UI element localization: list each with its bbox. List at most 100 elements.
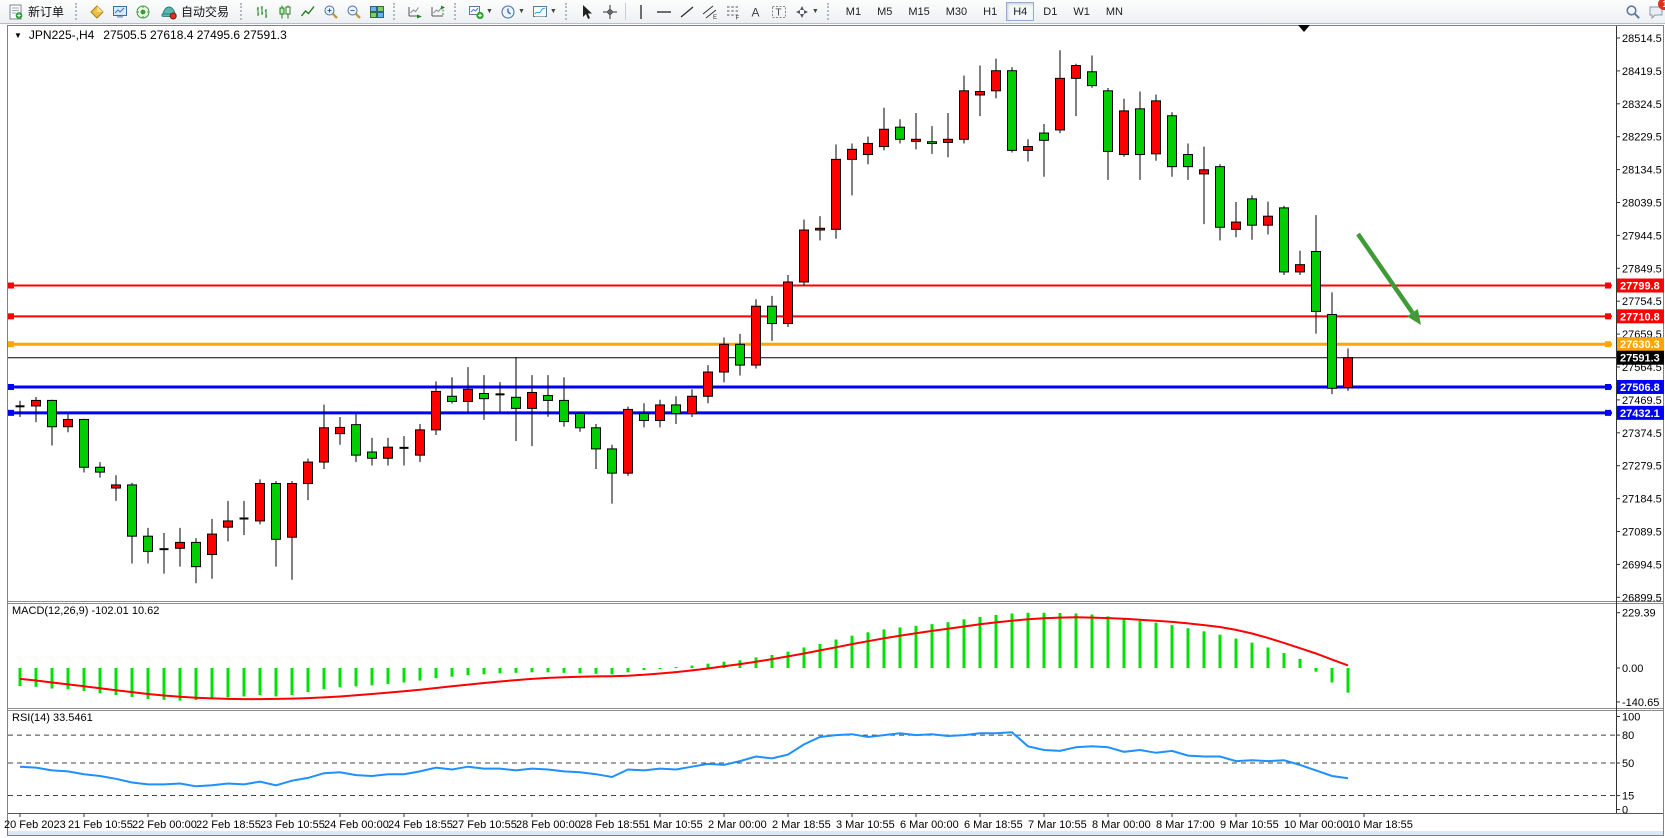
timeframe-button-m30[interactable]: M30 <box>939 2 974 21</box>
svg-text:27799.8: 27799.8 <box>1620 281 1660 293</box>
notifications-button[interactable]: 1 <box>1645 2 1665 22</box>
chart-ohlc-values: 27505.5 27618.4 27495.6 27591.3 <box>103 28 287 42</box>
timeframe-button-m15[interactable]: M15 <box>901 2 936 21</box>
svg-text:23 Feb 10:55: 23 Feb 10:55 <box>260 819 325 831</box>
timeframe-button-h1[interactable]: H1 <box>976 2 1004 21</box>
auto-scroll-icon <box>407 4 423 20</box>
tile-windows-button[interactable] <box>366 2 388 22</box>
chart-shift-button[interactable] <box>427 2 449 22</box>
line-chart-icon <box>300 4 316 20</box>
autotrading-icon <box>161 4 177 20</box>
new-chart-icon <box>468 4 484 20</box>
bar-chart-button[interactable] <box>251 2 273 22</box>
quick-trade-toggle-icon[interactable]: ▼ <box>14 31 22 40</box>
svg-text:F: F <box>735 15 739 20</box>
crosshair-tool-button[interactable] <box>599 2 621 22</box>
svg-text:6 Mar 18:55: 6 Mar 18:55 <box>964 819 1023 831</box>
text-label-tool-button[interactable]: T <box>768 2 790 22</box>
svg-text:28134.5: 28134.5 <box>1622 165 1662 177</box>
toolbar-grip <box>75 3 81 20</box>
svg-text:27374.5: 27374.5 <box>1622 428 1662 440</box>
svg-text:2 Mar 00:00: 2 Mar 00:00 <box>708 819 767 831</box>
timeframe-button-w1[interactable]: W1 <box>1066 2 1097 21</box>
toolbar-grip <box>454 3 460 20</box>
timeframe-button-mn[interactable]: MN <box>1099 2 1130 21</box>
market-watch-icon <box>112 4 128 20</box>
svg-text:3 Mar 10:55: 3 Mar 10:55 <box>836 819 895 831</box>
svg-text:20 Feb 2023: 20 Feb 2023 <box>4 819 66 831</box>
candlestick-chart-icon <box>277 4 293 20</box>
periods-button[interactable]: ▼ <box>497 2 528 22</box>
svg-text:E: E <box>713 15 717 20</box>
svg-text:22 Feb 00:00: 22 Feb 00:00 <box>132 819 197 831</box>
new-chart-button[interactable]: ▼ <box>465 2 496 22</box>
equidistant-channel-icon: E <box>702 4 718 20</box>
fibonacci-tool-button[interactable]: F <box>722 2 744 22</box>
rsi-label: RSI(14) 33.5461 <box>12 712 93 724</box>
candlestick-chart-button[interactable] <box>274 2 296 22</box>
svg-text:27754.5: 27754.5 <box>1622 296 1662 308</box>
trading-platform-window: 新订单 自动交易 <box>0 0 1665 838</box>
svg-text:27432.1: 27432.1 <box>1620 408 1660 420</box>
svg-text:26994.5: 26994.5 <box>1622 559 1662 571</box>
timeframe-button-d1[interactable]: D1 <box>1036 2 1064 21</box>
chevron-down-icon: ▼ <box>486 8 493 15</box>
svg-text:2 Mar 18:55: 2 Mar 18:55 <box>772 819 831 831</box>
vertical-line-icon <box>633 4 649 20</box>
auto-scroll-button[interactable] <box>404 2 426 22</box>
horizontal-line-tool-button[interactable] <box>653 2 675 22</box>
new-order-label: 新订单 <box>28 3 64 20</box>
svg-text:10 Mar 18:55: 10 Mar 18:55 <box>1348 819 1413 831</box>
svg-text:26899.5: 26899.5 <box>1622 592 1662 604</box>
svg-text:8 Mar 17:00: 8 Mar 17:00 <box>1156 819 1215 831</box>
tile-windows-icon <box>369 4 385 20</box>
fibonacci-icon: F <box>725 4 741 20</box>
svg-text:28324.5: 28324.5 <box>1622 99 1662 111</box>
svg-text:27279.5: 27279.5 <box>1622 461 1662 473</box>
svg-text:28514.5: 28514.5 <box>1622 33 1662 45</box>
market-watch-button[interactable] <box>109 2 131 22</box>
arrows-tool-button[interactable]: ▼ <box>791 2 822 22</box>
svg-text:24 Feb 18:55: 24 Feb 18:55 <box>388 819 453 831</box>
arrow-objects-icon <box>794 4 810 20</box>
templates-button[interactable]: ▼ <box>529 2 560 22</box>
timeframe-button-m5[interactable]: M5 <box>870 2 899 21</box>
profiles-button[interactable] <box>86 2 108 22</box>
text-tool-button[interactable]: A <box>745 2 767 22</box>
vertical-line-tool-button[interactable] <box>630 2 652 22</box>
cursor-tool-button[interactable] <box>576 2 598 22</box>
data-window-icon <box>135 4 151 20</box>
zoom-out-button[interactable] <box>343 2 365 22</box>
zoom-in-button[interactable] <box>320 2 342 22</box>
toolbar-separator <box>625 3 626 20</box>
svg-text:27591.3: 27591.3 <box>1620 353 1660 365</box>
macd-label: MACD(12,26,9) -102.01 10.62 <box>12 605 159 617</box>
search-icon <box>1625 4 1641 20</box>
toolbar-grip <box>393 3 399 20</box>
svg-text:100: 100 <box>1622 712 1640 724</box>
autotrading-label: 自动交易 <box>181 3 229 20</box>
svg-text:27944.5: 27944.5 <box>1622 230 1662 242</box>
autotrading-button[interactable]: 自动交易 <box>155 2 235 22</box>
svg-text:27 Feb 10:55: 27 Feb 10:55 <box>452 819 517 831</box>
new-order-button[interactable]: 新订单 <box>2 2 70 22</box>
svg-text:1 Mar 10:55: 1 Mar 10:55 <box>644 819 703 831</box>
crosshair-icon <box>602 4 618 20</box>
equidistant-channel-tool-button[interactable]: E <box>699 2 721 22</box>
templates-icon <box>532 4 548 20</box>
trendline-tool-button[interactable] <box>676 2 698 22</box>
main-toolbar: 新订单 自动交易 <box>0 0 1665 24</box>
svg-text:28039.5: 28039.5 <box>1622 198 1662 210</box>
svg-text:7 Mar 10:55: 7 Mar 10:55 <box>1028 819 1087 831</box>
chart-canvas[interactable]: 28514.528419.528324.528229.528134.528039… <box>0 0 1665 838</box>
timeframe-button-m1[interactable]: M1 <box>839 2 868 21</box>
timeframe-button-h4[interactable]: H4 <box>1006 2 1034 21</box>
svg-text:27469.5: 27469.5 <box>1622 395 1662 407</box>
svg-text:27089.5: 27089.5 <box>1622 527 1662 539</box>
search-button[interactable] <box>1622 2 1644 22</box>
svg-text:8 Mar 00:00: 8 Mar 00:00 <box>1092 819 1151 831</box>
line-chart-button[interactable] <box>297 2 319 22</box>
svg-text:T: T <box>775 7 781 18</box>
data-window-button[interactable] <box>132 2 154 22</box>
svg-text:27184.5: 27184.5 <box>1622 494 1662 506</box>
